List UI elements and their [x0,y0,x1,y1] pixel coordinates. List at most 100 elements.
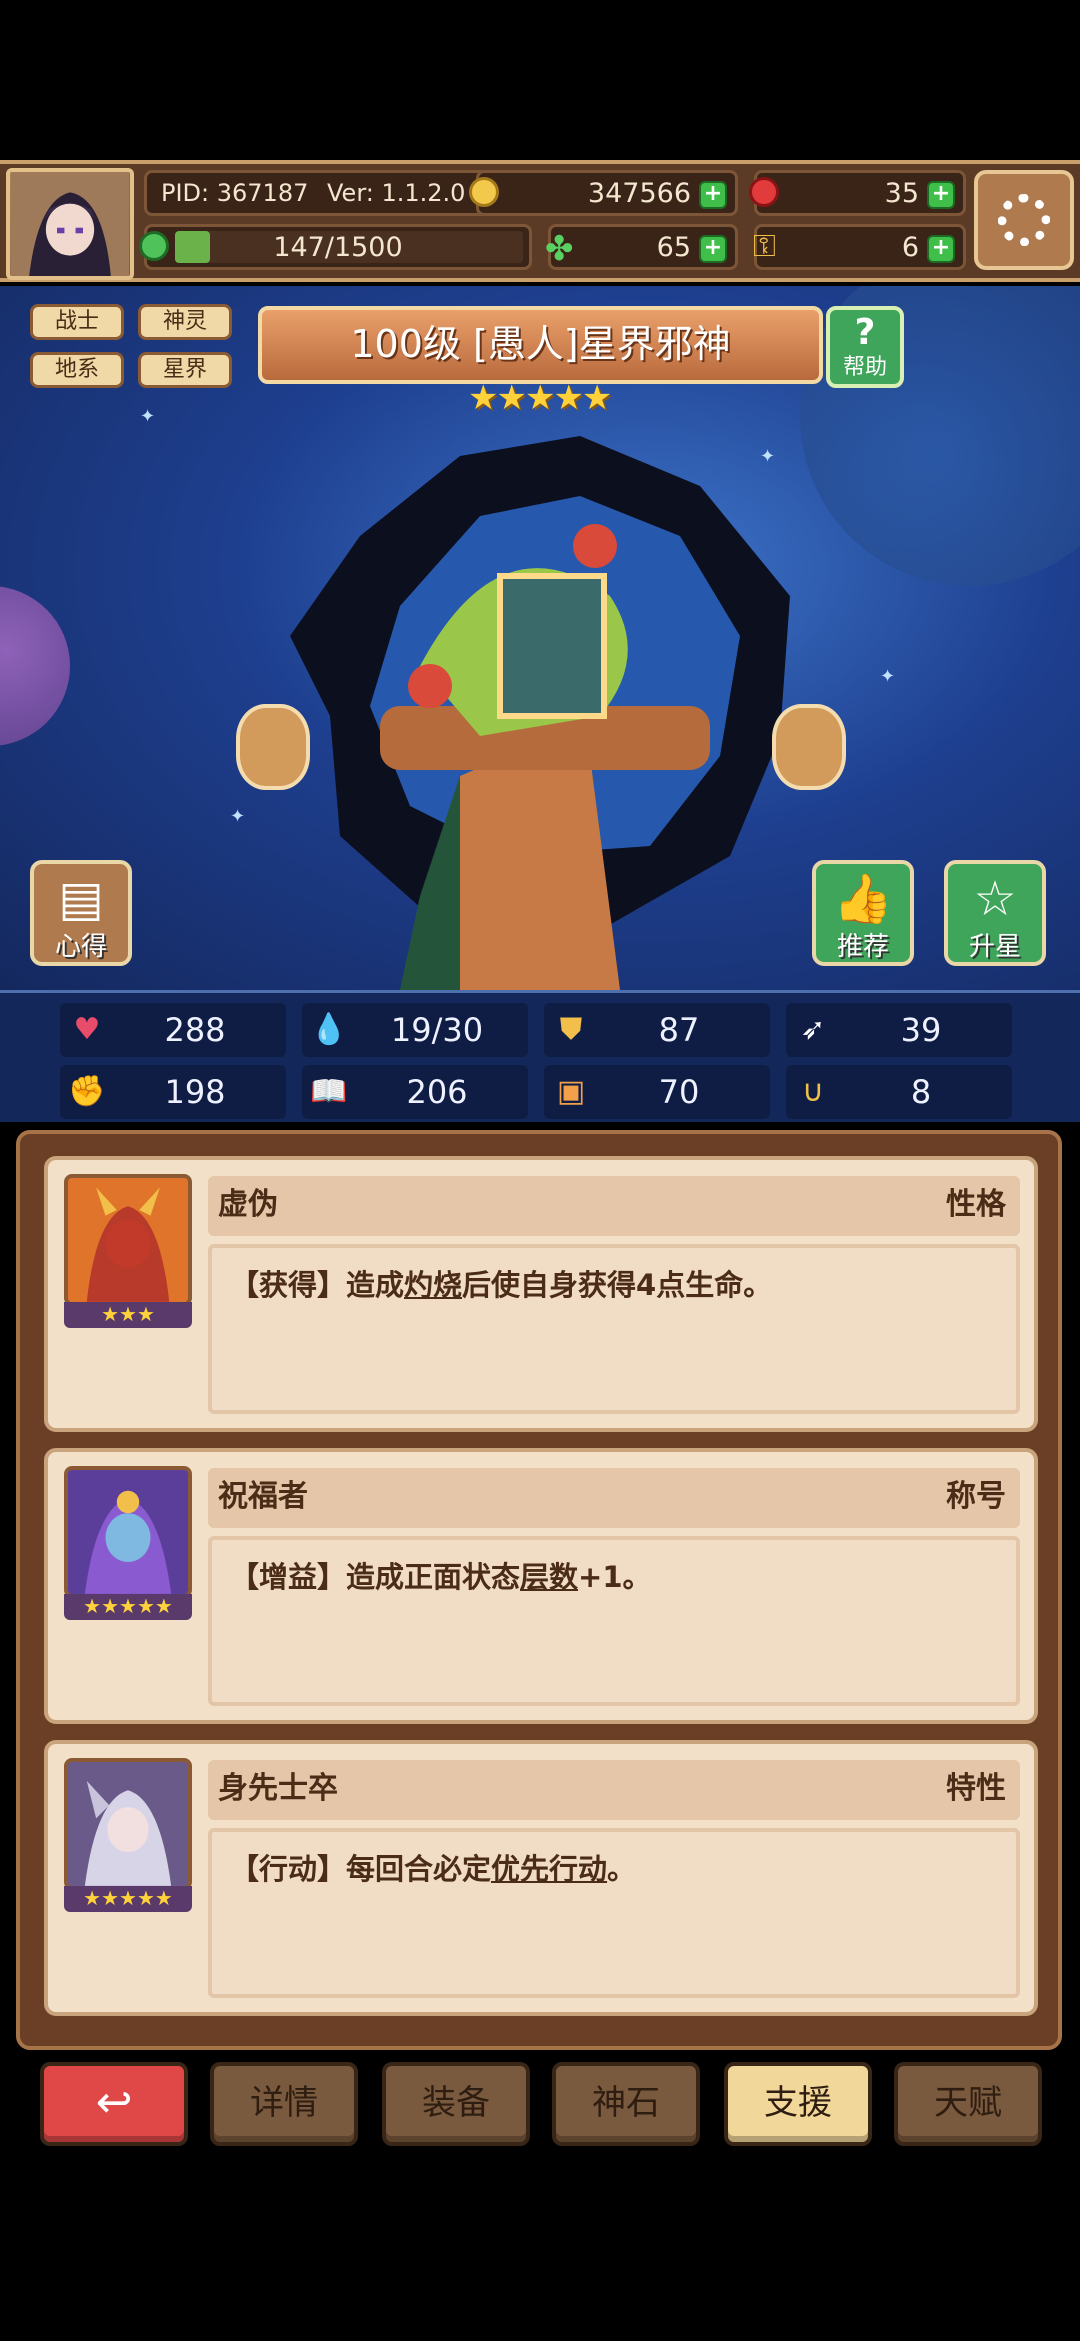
star-up-button[interactable]: ☆ 升星 [944,860,1046,966]
player-avatar[interactable] [6,168,134,280]
top-status-bar: PID: 367187 Ver: 1.1.2.0 347566 + 35 + 1… [0,160,1080,282]
card-desc-text: 【获得】造成 [230,1268,405,1302]
add-key-button[interactable]: + [927,235,955,263]
card-desc-text: 【行动】每回合必定 [230,1852,492,1886]
card-desc-text: 后使自身获得4点生命。 [462,1268,773,1302]
card-name: 祝福者 [218,1479,308,1514]
sparkle-icon: ✦ [880,666,896,687]
heart-icon: ♥ [73,1012,101,1047]
tab-equipment[interactable]: 装备 [382,2062,530,2146]
keyword-link[interactable]: 灼烧 [404,1268,462,1302]
support-card-trait[interactable]: ★★★★★ 身先士卒 特性 【行动】每回合必定优先行动。 [44,1740,1038,2016]
tab-support[interactable]: 支援 [724,2062,872,2146]
stat-attack: ✊ 198 [60,1065,286,1119]
horseshoe-icon: ∪ [802,1074,824,1109]
thumbs-up-icon: 👍 [833,871,893,927]
stat-speed: ➶ 39 [786,1003,1012,1057]
prev-hero-button[interactable] [236,704,310,790]
support-rank-stars: ★★★★★ [64,1594,192,1620]
card-desc-text: +1。 [578,1560,652,1594]
keyword-link[interactable]: 层数 [520,1560,578,1594]
back-button[interactable]: ↩ [40,2062,188,2146]
stat-hp-value: 288 [164,1011,226,1049]
stat-magic: 📖 206 [302,1065,528,1119]
player-info-row: PID: 367187 Ver: 1.1.2.0 [144,170,489,216]
notes-button[interactable]: ▤ 心得 [30,860,132,966]
hero-showcase: ✦ ✦ ✦ ✦ 战士 神灵 地系 星界 100级 [愚人]星界邪神 ★★★★★ … [0,286,1080,990]
support-card-personality[interactable]: ★★★ 虚伪 性格 【获得】造成灼烧后使自身获得4点生命。 [44,1156,1038,1432]
tag-class: 战士 [30,304,124,340]
support-portrait [64,1758,192,1890]
stat-speed-value: 39 [900,1011,942,1049]
gold-counter: 347566 + [469,170,738,216]
support-portrait [64,1466,192,1598]
stat-magic-value: 206 [406,1073,468,1111]
hero-stats: ♥ 288 💧 19/30 ⛊ 87 ➶ 39 ✊ 198 📖 206 ▣ 70… [0,990,1080,1122]
key-icon: ⚿ [753,229,776,264]
stat-attack-value: 198 [164,1073,226,1111]
stat-hp: ♥ 288 [60,1003,286,1057]
card-name: 身先士卒 [218,1771,338,1806]
red-gem-icon [749,177,779,207]
keyword-link[interactable]: 优先行动 [491,1852,607,1886]
book-icon: 📖 [310,1074,348,1109]
support-portrait [64,1174,192,1306]
card-description-box: 【获得】造成灼烧后使自身获得4点生命。 [208,1244,1020,1414]
scroll-icon: ▤ [58,871,104,927]
key-counter: ⚿ 6 + [753,224,966,270]
stamina-bar: 147/1500 [139,224,532,270]
gold-coin-icon [469,177,499,207]
tag-element: 地系 [30,352,124,388]
stat-mana-value: 19/30 [390,1011,484,1049]
stat-luck: ∪ 8 [786,1065,1012,1119]
water-drop-icon: 💧 [310,1012,348,1047]
clover-value: 65 [656,231,691,263]
next-hero-button[interactable] [772,704,846,790]
hero-title: 100级 [愚人]星界邪神 [258,306,823,384]
fist-icon: ✊ [68,1074,106,1109]
red-gem-value: 35 [884,177,919,209]
stat-mana: 💧 19/30 [302,1003,528,1057]
card-header: 身先士卒 特性 [208,1760,1020,1820]
stamina-value: 147/1500 [273,231,403,263]
tag-race: 神灵 [138,304,232,340]
support-card-title[interactable]: ★★★★★ 祝福者 称号 【增益】造成正面状态层数+1。 [44,1448,1038,1724]
card-type: 特性 [946,1771,1006,1806]
clover-icon: ✤ [545,229,574,269]
question-icon: ? [854,312,876,353]
notes-label: 心得 [54,932,107,962]
red-gem-counter: 35 + [749,170,966,216]
hero-portrait [290,436,790,990]
stat-cards: ▣ 70 [544,1065,770,1119]
clover-counter: ✤ 65 + [545,224,738,270]
card-icon: ▣ [556,1074,586,1109]
tab-godstone[interactable]: 神石 [552,2062,700,2146]
card-desc-text: 【增益】造成正面状态 [230,1560,521,1594]
support-rank-stars: ★★★★★ [64,1886,192,1912]
help-button[interactable]: ? 帮助 [826,306,904,388]
card-type: 性格 [946,1187,1006,1222]
tag-realm: 星界 [138,352,232,388]
version-label: Ver: 1.1.2.0 [327,179,466,207]
recommend-button[interactable]: 👍 推荐 [812,860,914,966]
sparkle-icon: ✦ [230,806,246,827]
bottom-nav: ↩ 详情 装备 神石 支援 天赋 [0,2052,1080,2152]
card-header: 虚伪 性格 [208,1176,1020,1236]
stat-defense: ⛊ 87 [544,1003,770,1057]
card-description-box: 【行动】每回合必定优先行动。 [208,1828,1020,1998]
add-clover-button[interactable]: + [699,235,727,263]
add-red-gem-button[interactable]: + [927,181,955,209]
settings-button[interactable] [974,170,1074,270]
stat-luck-value: 8 [910,1073,932,1111]
card-header: 祝福者 称号 [208,1468,1020,1528]
help-label: 帮助 [842,355,887,380]
tab-talent[interactable]: 天赋 [894,2062,1042,2146]
tab-details[interactable]: 详情 [210,2062,358,2146]
key-value: 6 [901,231,919,263]
card-name: 虚伪 [218,1187,278,1222]
card-description: 【行动】每回合必定优先行动。 [212,1832,1016,1902]
add-gold-button[interactable]: + [699,181,727,209]
hero-stars: ★★★★★ [468,378,612,418]
card-type: 称号 [946,1479,1006,1514]
gold-value: 347566 [587,177,691,209]
